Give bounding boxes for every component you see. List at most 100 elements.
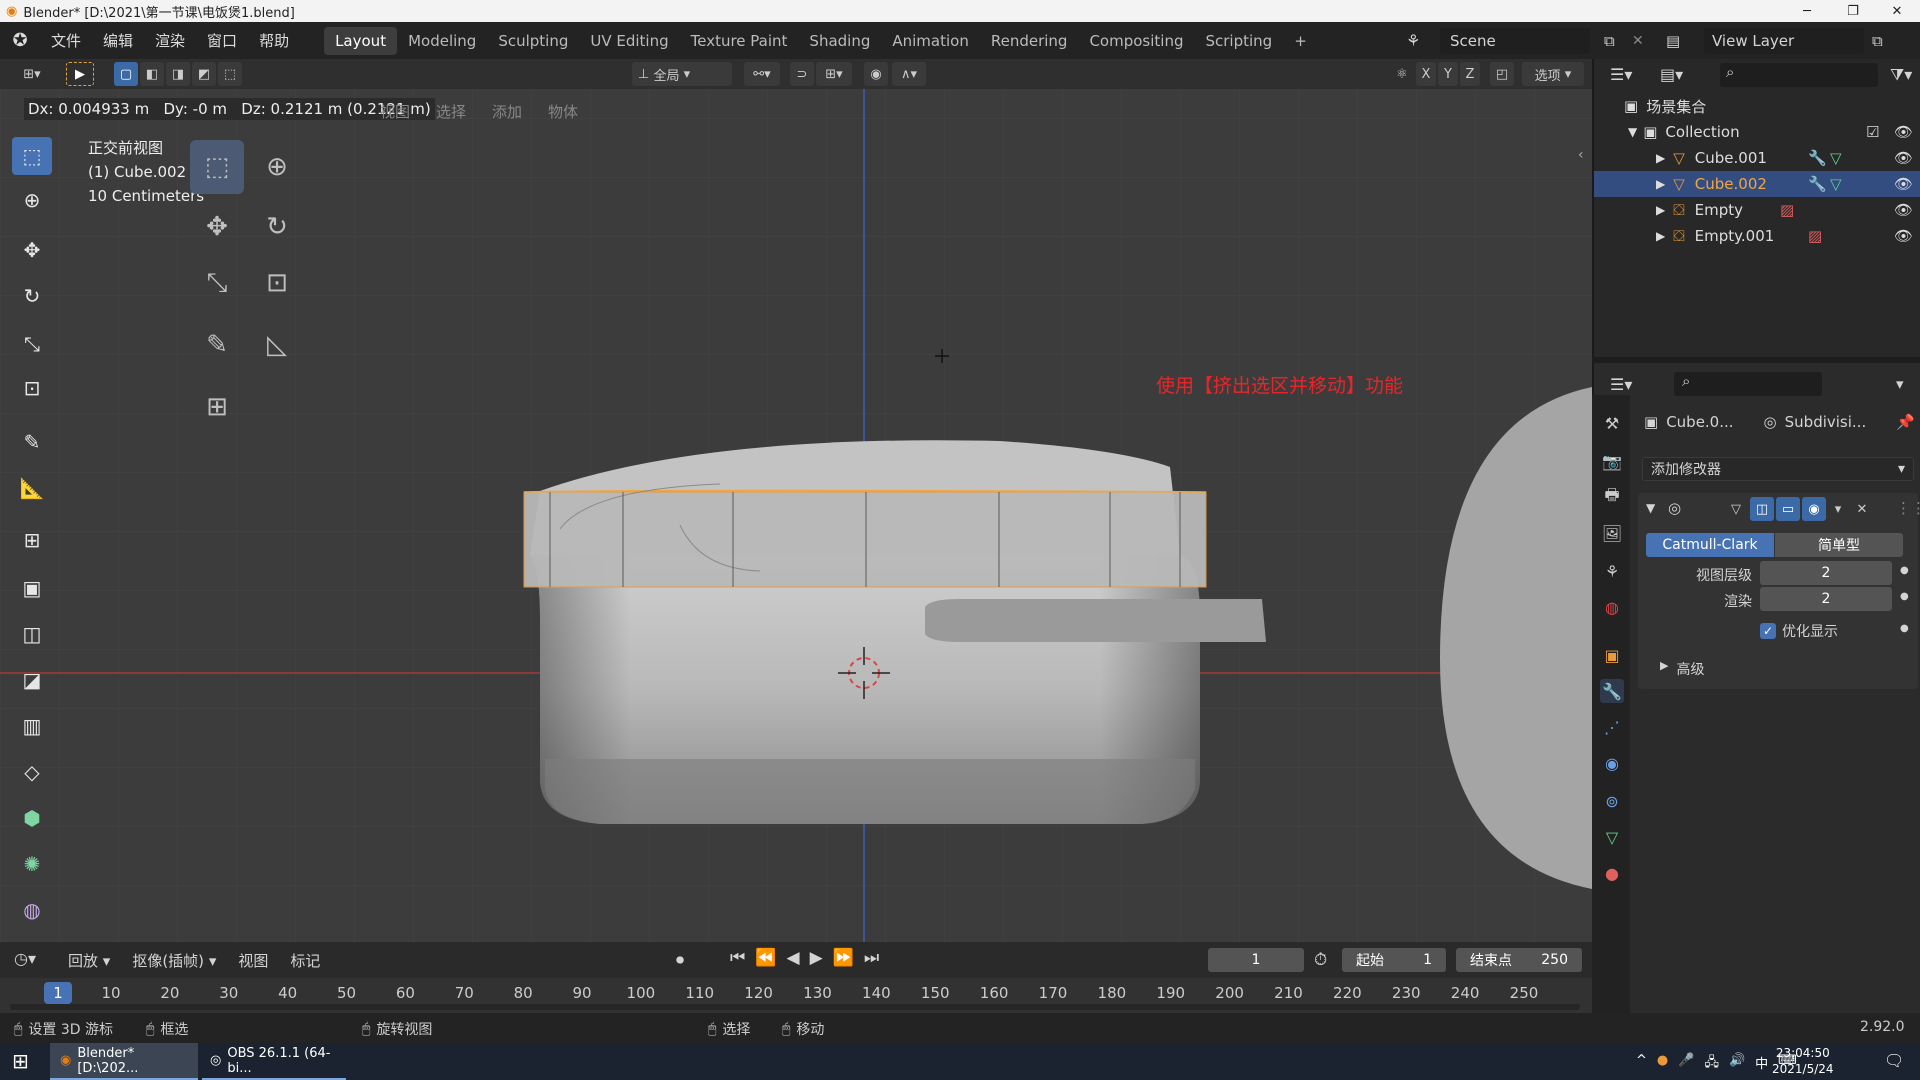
menu-marker[interactable]: 标记 <box>290 950 320 971</box>
view-layer-field[interactable]: View Layer <box>1704 27 1864 54</box>
panel-select-icon[interactable]: ⬚ <box>190 140 244 194</box>
add-modifier-dropdown[interactable]: 添加修改器 ▾ <box>1642 457 1914 481</box>
editmode-toggle-icon[interactable]: ▽ <box>1724 497 1748 521</box>
auto-merge-icon[interactable]: ◰ <box>1490 62 1514 86</box>
options-chevron-icon[interactable]: ▾ <box>1896 375 1904 393</box>
properties-editor-icon[interactable]: ☰▾ <box>1610 375 1632 394</box>
tab-animation[interactable]: Animation <box>881 27 979 55</box>
catmull-clark-button[interactable]: Catmull-Clark <box>1646 533 1774 557</box>
end-frame-field[interactable]: 结束点 250 <box>1456 948 1582 972</box>
expand-icon[interactable]: ▼ <box>1628 125 1637 139</box>
mesh-data-icon[interactable]: ▽ <box>1830 175 1842 193</box>
annotate-tool-icon[interactable]: ✎ <box>12 423 52 461</box>
advanced-subpanel[interactable]: ▶ 高级 <box>1660 659 1704 679</box>
object-tab-icon[interactable]: ▣ <box>1600 643 1624 667</box>
viewport-toggle-icon[interactable]: ▭ <box>1776 497 1800 521</box>
optimal-display-checkbox[interactable]: ✓ 优化显示 <box>1760 621 1838 641</box>
restore-button[interactable]: ❐ <box>1830 0 1876 22</box>
viewport-levels-field[interactable]: 2 <box>1760 561 1892 585</box>
menu-timeline-view[interactable]: 视图 <box>238 950 268 971</box>
menu-help[interactable]: 帮助 <box>248 22 300 59</box>
rotate-tool-icon[interactable]: ↻ <box>12 277 52 315</box>
menu-add[interactable]: 添加 <box>492 101 522 122</box>
view-layer-icon[interactable]: ▤ <box>1666 32 1680 50</box>
bevel-tool-icon[interactable]: ◪ <box>12 661 52 699</box>
prev-keyframe-icon[interactable]: ⏪ <box>755 948 776 968</box>
outliner-search-input[interactable]: ⌕ <box>1720 63 1878 87</box>
microphone-icon[interactable]: 🎤 <box>1678 1053 1694 1075</box>
physics-tab-icon[interactable]: ◉ <box>1600 751 1624 775</box>
collection-row[interactable]: ▼ ▣ Collection ☑ 👁 <box>1594 119 1920 145</box>
outliner-item-cube-002[interactable]: ▶ ▽ Cube.002 🔧 ▽ 👁 <box>1594 171 1920 197</box>
menu-playback[interactable]: 回放 ▾ <box>68 950 110 971</box>
expand-icon[interactable]: ▶ <box>1656 177 1665 191</box>
tab-shading[interactable]: Shading <box>798 27 881 55</box>
blender-menu-icon[interactable]: ✪ <box>0 30 40 51</box>
tray-app-icon[interactable]: ● <box>1657 1053 1668 1075</box>
rice-cooker-mesh[interactable] <box>523 440 1266 824</box>
pivot-point-icon[interactable]: ⚯▾ <box>744 62 780 86</box>
panel-annotate-icon[interactable]: ✎ <box>190 318 244 372</box>
visibility-eye-icon[interactable]: 👁 <box>1894 227 1913 245</box>
scene-collection-row[interactable]: ▣ 场景集合 <box>1594 93 1920 119</box>
windows-start-icon[interactable]: ⊞ <box>12 1049 29 1073</box>
new-scene-icon[interactable]: ⧉ <box>1604 32 1615 50</box>
current-frame-field[interactable]: 1 <box>1208 948 1304 972</box>
simple-button[interactable]: 简单型 <box>1775 533 1903 557</box>
keyframe-dot-icon[interactable]: ● <box>1900 565 1909 576</box>
keyframe-dot-icon[interactable]: ● <box>1900 623 1909 634</box>
render-levels-field[interactable]: 2 <box>1760 587 1892 611</box>
smooth-tool-icon[interactable]: ◍ <box>12 891 52 929</box>
box-select-extend-icon[interactable]: ◧ <box>140 62 164 86</box>
tray-chevron-icon[interactable]: ^ <box>1636 1053 1647 1075</box>
sidebar-toggle-icon[interactable]: ‹ <box>1578 147 1584 163</box>
editor-type-icon[interactable]: ⊞▾ <box>12 62 52 86</box>
expand-icon[interactable]: ▶ <box>1656 229 1665 243</box>
record-button-icon[interactable]: ⏺ <box>676 950 684 970</box>
menu-view[interactable]: 视图 <box>380 101 410 122</box>
output-tab-icon[interactable]: 🖶 <box>1600 485 1624 509</box>
menu-keying[interactable]: 抠像(插帧) ▾ <box>132 950 216 971</box>
new-view-layer-icon[interactable]: ⧉ <box>1872 32 1883 50</box>
inset-tool-icon[interactable]: ◫ <box>12 615 52 653</box>
panel-scale-icon[interactable]: ⤡ <box>190 256 244 310</box>
mirror-icon[interactable]: ⚛ <box>1390 62 1414 86</box>
menu-object[interactable]: 物体 <box>548 101 578 122</box>
box-select-intersect-icon[interactable]: ⬚ <box>218 62 242 86</box>
menu-window[interactable]: 窗口 <box>196 22 248 59</box>
taskbar-blender-app[interactable]: ◉ Blender* [D:\202... <box>50 1043 198 1080</box>
stopwatch-icon[interactable]: ⏱ <box>1314 950 1327 970</box>
tab-scripting[interactable]: Scripting <box>1194 27 1283 55</box>
minimize-button[interactable]: ─ <box>1784 0 1830 22</box>
notification-icon[interactable]: 🗨 <box>1884 1051 1904 1070</box>
world-tab-icon[interactable]: ◍ <box>1600 595 1624 619</box>
box-select-invert-icon[interactable]: ◩ <box>192 62 216 86</box>
visibility-eye-icon[interactable]: 👁 <box>1894 123 1913 141</box>
scene-tab-icon[interactable]: ⚘ <box>1600 559 1624 583</box>
timeline-ruler[interactable]: 1 10 20 30 40 50 60 70 80 90 100 110 120 130 140 150 160… <box>0 978 1592 1014</box>
ime-indicator[interactable]: 中 <box>1755 1053 1768 1075</box>
panel-move-icon[interactable]: ✥ <box>190 200 244 254</box>
menu-edit[interactable]: 编辑 <box>92 22 144 59</box>
spin-tool-icon[interactable]: ✺ <box>12 845 52 883</box>
visibility-eye-icon[interactable]: 👁 <box>1894 201 1913 219</box>
select-box-tool-icon[interactable]: ⬚ <box>12 137 52 175</box>
tool-tab-icon[interactable]: ⚒ <box>1600 411 1624 435</box>
keyframe-dot-icon[interactable]: ● <box>1900 591 1909 602</box>
network-icon[interactable]: 🖧 <box>1704 1053 1719 1075</box>
options-dropdown[interactable]: 选项 ▾ <box>1522 62 1584 86</box>
modifier-wrench-icon[interactable]: 🔧 <box>1808 175 1827 193</box>
outliner-item-empty-001[interactable]: ▶ ⛋ Empty.001 ▨ 👁 <box>1594 223 1920 249</box>
material-tab-icon[interactable]: ● <box>1600 861 1624 885</box>
panel-transform-icon[interactable]: ⊡ <box>250 256 304 310</box>
panel-add-cube-icon[interactable]: ⊞ <box>190 380 244 434</box>
tab-texture-paint[interactable]: Texture Paint <box>680 27 799 55</box>
image-data-icon[interactable]: ▨ <box>1780 201 1794 219</box>
tab-sculpting[interactable]: Sculpting <box>487 27 579 55</box>
outliner-editor-icon[interactable]: ☰▾ <box>1610 65 1632 84</box>
start-frame-field[interactable]: 起始 1 <box>1342 948 1446 972</box>
play-reverse-icon[interactable]: ◀ <box>786 948 799 968</box>
menu-select[interactable]: 选择 <box>436 101 466 122</box>
tab-uv-editing[interactable]: UV Editing <box>579 27 679 55</box>
pin-icon[interactable]: 📌 <box>1896 413 1915 431</box>
